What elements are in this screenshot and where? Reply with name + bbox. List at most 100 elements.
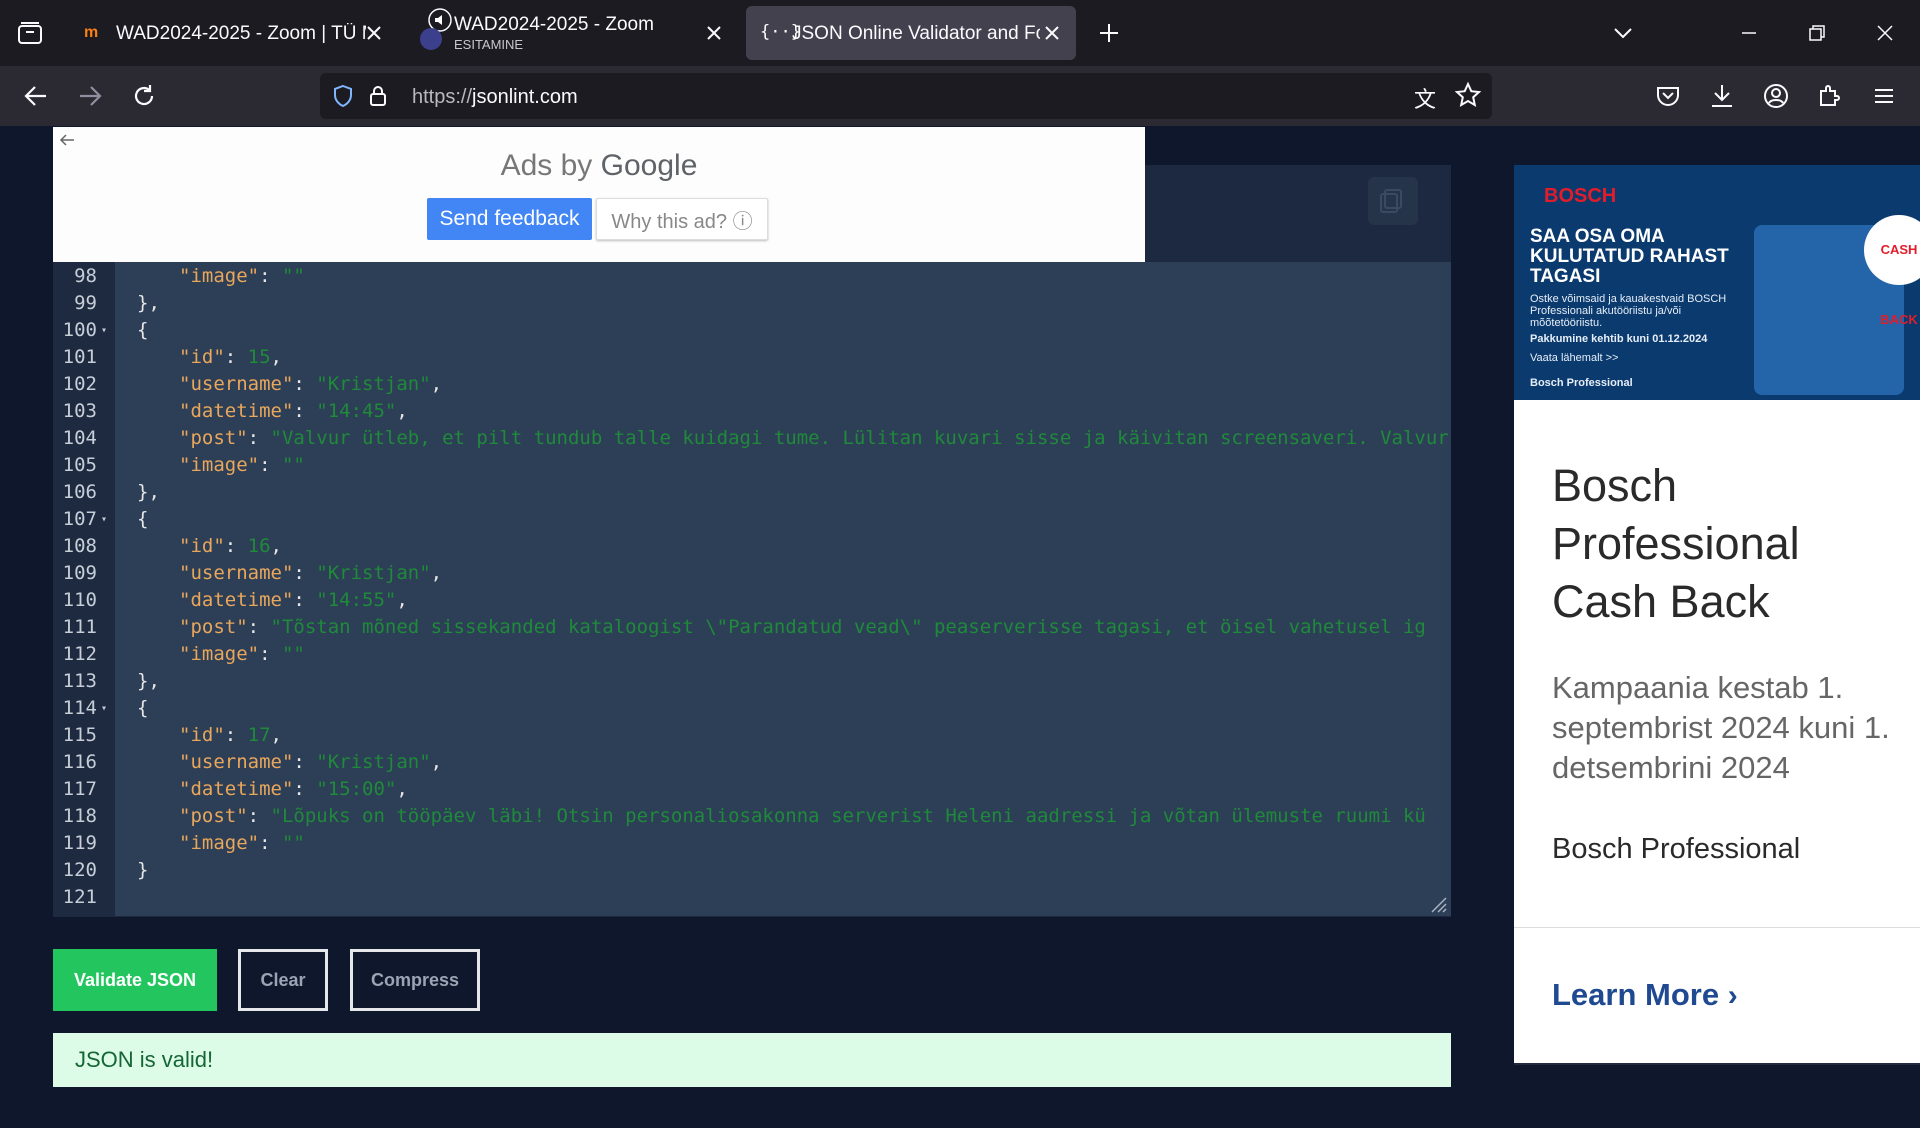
account-icon[interactable] xyxy=(1762,82,1790,110)
copy-button[interactable] xyxy=(1368,177,1418,225)
json-value: "Tõstan mõned sissekanded kataloogist \"… xyxy=(270,616,1426,638)
line-number: 104 xyxy=(62,427,97,449)
close-tab-icon[interactable] xyxy=(362,21,386,45)
validate-json-button[interactable]: Validate JSON xyxy=(53,949,217,1011)
pocket-icon[interactable] xyxy=(1654,82,1682,110)
compress-button[interactable]: Compress xyxy=(350,949,480,1011)
code-text: "username": "Kristjan", xyxy=(179,373,443,395)
back-icon[interactable] xyxy=(22,83,50,109)
url-text[interactable]: https://jsonlint.com xyxy=(412,86,578,109)
code-text: "image": "" xyxy=(179,265,305,287)
bookmark-star-icon[interactable] xyxy=(1454,81,1482,109)
code-text: "datetime": "14:55", xyxy=(179,589,408,611)
learn-more-link[interactable]: Learn More › xyxy=(1552,977,1738,1013)
forward-icon[interactable] xyxy=(76,83,104,109)
line-number: 117 xyxy=(62,778,97,800)
json-key: "id" xyxy=(179,724,225,746)
json-key: "post" xyxy=(179,616,248,638)
json-key: "datetime" xyxy=(179,778,294,800)
code-line: 100 ▾ { xyxy=(53,317,1451,344)
bosch-banner-image[interactable]: BOSCH SAA OSA OMA KULUTATUD RAHAST TAGAS… xyxy=(1514,165,1920,400)
json-value: 16 xyxy=(247,535,271,557)
url-bar[interactable]: https://jsonlint.com 文 xyxy=(320,73,1492,119)
banner-body: Ostke võimsaid ja kauakestvaid BOSCH Pro… xyxy=(1530,293,1727,329)
code-line: 114 ▾ { xyxy=(53,695,1451,722)
list-all-tabs-icon[interactable] xyxy=(1610,20,1636,46)
moodle-icon: m xyxy=(84,24,99,41)
code-text: "id": 16, xyxy=(179,535,282,557)
close-window-icon[interactable] xyxy=(1872,20,1898,46)
code-text: { xyxy=(137,508,149,530)
json-value: "Kristjan" xyxy=(316,373,431,395)
bosch-side-ad[interactable]: BOSCH SAA OSA OMA KULUTATUD RAHAST TAGAS… xyxy=(1514,165,1920,1065)
close-tab-icon[interactable] xyxy=(1040,21,1064,45)
clear-button[interactable]: Clear xyxy=(238,949,328,1011)
code-text: }, xyxy=(137,670,160,692)
tab-overview-icon[interactable] xyxy=(16,20,44,46)
line-number: 114 xyxy=(62,697,97,719)
code-line: 110 "datetime": "14:55", xyxy=(53,587,1451,614)
code-line: 113}, xyxy=(53,668,1451,695)
tab-jsonlint[interactable]: {··} JSON Online Validator and Form xyxy=(746,6,1076,60)
extensions-icon[interactable] xyxy=(1816,82,1844,110)
new-tab-icon[interactable] xyxy=(1096,20,1122,46)
code-text: }, xyxy=(137,292,160,314)
json-key: "username" xyxy=(179,562,294,584)
json-code-editor[interactable]: 98 "image": "" 99}, 100 ▾{101 "id": 15, 102 "us… xyxy=(53,262,1451,916)
tab-zoom-1[interactable]: m WAD2024-2025 - Zoom | TÜ Mo xyxy=(72,6,390,60)
send-feedback-button[interactable]: Send feedback xyxy=(427,198,592,240)
json-value: 17 xyxy=(247,724,271,746)
resize-handle-icon[interactable] xyxy=(1428,894,1448,914)
line-number: 110 xyxy=(62,589,97,611)
json-key: "id" xyxy=(179,346,225,368)
code-text: "id": 15, xyxy=(179,346,282,368)
fold-toggle-icon[interactable]: ▾ xyxy=(101,506,107,533)
code-text: "username": "Kristjan", xyxy=(179,562,443,584)
tracking-protection-icon[interactable] xyxy=(330,83,356,109)
line-number: 112 xyxy=(62,643,97,665)
tab-zoom-2[interactable]: WAD2024-2025 - Zoom ESITAMINE xyxy=(410,6,740,60)
close-tab-icon[interactable] xyxy=(702,21,726,45)
back-arrow-icon[interactable] xyxy=(57,131,77,149)
line-number: 101 xyxy=(62,346,97,368)
code-line: 101 "id": 15, xyxy=(53,344,1451,371)
code-line: 112 "image": "" xyxy=(53,641,1451,668)
restore-icon[interactable] xyxy=(1804,20,1830,46)
json-value: "" xyxy=(281,265,305,287)
json-key: "image" xyxy=(179,265,260,287)
code-line: 104 "post": "Valvur ütleb, et pilt tundub… xyxy=(53,425,1451,452)
json-value: "Kristjan" xyxy=(316,562,431,584)
reload-icon[interactable] xyxy=(130,82,158,110)
code-text: "post": "Valvur ütleb, et pilt tundub ta… xyxy=(179,427,1449,449)
ads-by-google-label: Ads by Google xyxy=(500,149,698,182)
json-value: "Kristjan" xyxy=(316,751,431,773)
json-value: "15:00" xyxy=(316,778,397,800)
minimize-icon[interactable] xyxy=(1736,20,1762,46)
code-line: 109 "username": "Kristjan", xyxy=(53,560,1451,587)
ad-title[interactable]: Bosch Professional Cash Back xyxy=(1552,457,1912,631)
code-line: 99}, xyxy=(53,290,1451,317)
code-line: 105 "image": "" xyxy=(53,452,1451,479)
line-number: 106 xyxy=(62,481,97,503)
downloads-icon[interactable] xyxy=(1708,82,1736,110)
tab-title: WAD2024-2025 - Zoom | TÜ Mo xyxy=(116,23,366,44)
code-line: 118 "post": "Lõpuks on tööpäev läbi! Otsi… xyxy=(53,803,1451,830)
lock-icon[interactable] xyxy=(366,83,390,109)
line-number: 102 xyxy=(62,373,97,395)
code-line: 107 ▾ { xyxy=(53,506,1451,533)
code-text: "image": "" xyxy=(179,832,305,854)
translate-icon[interactable]: 文 xyxy=(1414,82,1436,114)
fold-toggle-icon[interactable]: ▾ xyxy=(101,695,107,722)
menu-icon[interactable] xyxy=(1870,82,1898,110)
banner-footer: Bosch Professional xyxy=(1530,377,1633,389)
ad-advertiser: Bosch Professional xyxy=(1552,833,1801,865)
banner-link[interactable]: Vaata lähemalt >> xyxy=(1530,352,1618,364)
code-line: 102 "username": "Kristjan", xyxy=(53,371,1451,398)
bosch-logo: BOSCH xyxy=(1544,185,1617,207)
why-this-ad-button[interactable]: Why this ad? ⓘ xyxy=(596,198,768,240)
json-key: "post" xyxy=(179,805,248,827)
line-number: 100 xyxy=(62,319,97,341)
fold-toggle-icon[interactable]: ▾ xyxy=(101,317,107,344)
json-key: "datetime" xyxy=(179,589,294,611)
line-number: 116 xyxy=(62,751,97,773)
